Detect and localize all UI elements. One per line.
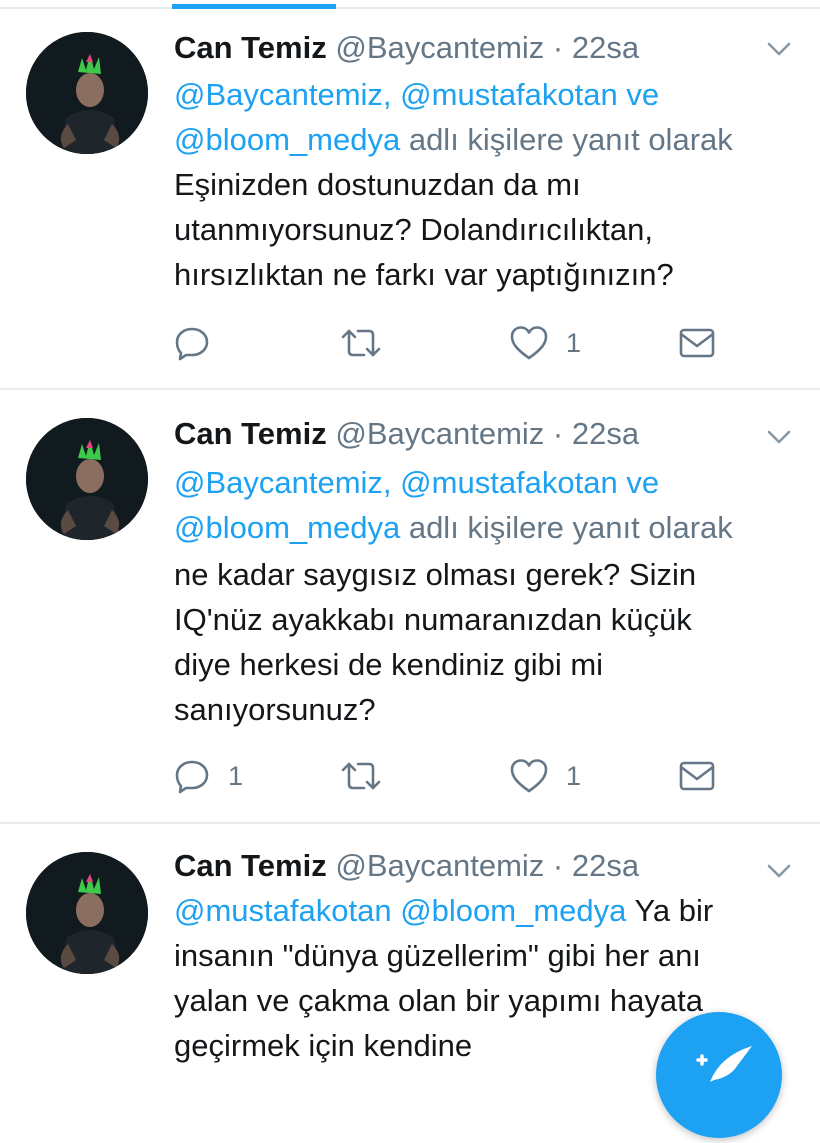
active-tab-indicator[interactable] xyxy=(172,4,336,9)
reply-icon xyxy=(175,760,209,794)
tweet-header: Can Temiz @Baycantemiz · 22sa xyxy=(174,26,639,70)
tweet-text-fragment: Ya bir xyxy=(634,893,714,928)
chevron-down-icon[interactable] xyxy=(766,424,792,450)
tweet-text: Eşinizden dostunuzdan da mı utanmıyorsun… xyxy=(174,162,799,297)
tweet[interactable]: Can Temiz @Baycantemiz · 22sa @Baycantem… xyxy=(0,10,820,390)
tweet-actions: 1 xyxy=(174,323,734,363)
tweet-text-line: Eşinizden dostunuzdan da mı xyxy=(174,167,581,202)
mention-connector: ve xyxy=(626,77,660,112)
reply-button[interactable]: 1 xyxy=(174,756,243,796)
user-handle[interactable]: @Baycantemiz xyxy=(335,416,544,451)
tweet-text-line: utanmıyorsunuz? Dolandırıcılıktan, xyxy=(174,212,654,247)
mention-link[interactable]: @mustafakotan xyxy=(174,893,392,928)
avatar[interactable] xyxy=(26,32,148,154)
dm-icon xyxy=(679,328,715,358)
tweet-text-line: ne kadar saygısız olması gerek? Sizin xyxy=(174,557,697,592)
dm-icon xyxy=(679,761,715,791)
separator-dot: · xyxy=(552,30,564,65)
dm-button[interactable] xyxy=(678,756,716,796)
tweet-text-line: diye herkesi de kendiniz gibi mi xyxy=(174,647,604,682)
mention-connector: ve xyxy=(626,465,660,500)
like-icon xyxy=(510,326,548,360)
tab-divider xyxy=(0,7,820,9)
display-name[interactable]: Can Temiz xyxy=(174,848,327,883)
dm-button[interactable] xyxy=(678,323,716,363)
mention-link[interactable]: @Baycantemiz, xyxy=(174,465,392,500)
like-count: 1 xyxy=(566,760,582,791)
tweet-text-line: insanın "dünya güzellerim" gibi her anı xyxy=(174,938,701,973)
tweet-time[interactable]: 22sa xyxy=(572,30,639,65)
retweet-icon xyxy=(341,329,381,357)
chevron-down-icon[interactable] xyxy=(766,36,792,62)
tweet-text-line: @mustafakotan @bloom_medya Ya bir xyxy=(174,888,799,933)
retweet-icon xyxy=(341,762,381,790)
chevron-down-icon[interactable] xyxy=(766,858,792,884)
reply-context: @Baycantemiz, @mustafakotan ve @bloom_me… xyxy=(174,72,799,162)
mention-link[interactable]: @mustafakotan xyxy=(400,465,618,500)
compose-tweet-button[interactable] xyxy=(656,1012,782,1138)
like-button[interactable]: 1 xyxy=(510,756,581,796)
user-handle[interactable]: @Baycantemiz xyxy=(335,30,544,65)
reply-icon xyxy=(175,327,209,361)
tweet-actions: 1 1 xyxy=(174,756,734,796)
tweet-text-line: sanıyorsunuz? xyxy=(174,692,376,727)
avatar[interactable] xyxy=(26,418,148,540)
mention-link[interactable]: @bloom_medya xyxy=(174,510,400,545)
separator-dot: · xyxy=(552,416,564,451)
tweet-text-line: hırsızlıktan ne farkı var yaptığınızın? xyxy=(174,257,674,292)
like-count: 1 xyxy=(566,327,582,358)
separator-dot: · xyxy=(552,848,564,883)
like-icon xyxy=(510,759,548,793)
user-handle[interactable]: @Baycantemiz xyxy=(335,848,544,883)
tweet[interactable]: Can Temiz @Baycantemiz · 22sa @Baycantem… xyxy=(0,390,820,824)
mention-link[interactable]: @mustafakotan xyxy=(400,77,618,112)
retweet-button[interactable] xyxy=(340,323,400,363)
tweet-time[interactable]: 22sa xyxy=(572,416,639,451)
compose-tweet-icon xyxy=(696,1046,752,1082)
reply-button[interactable] xyxy=(174,323,228,363)
display-name[interactable]: Can Temiz xyxy=(174,416,327,451)
mention-link[interactable]: @bloom_medya xyxy=(400,893,626,928)
tweet-header: Can Temiz @Baycantemiz · 22sa xyxy=(174,412,639,456)
reply-context: @Baycantemiz, @mustafakotan ve @bloom_me… xyxy=(174,460,799,550)
avatar[interactable] xyxy=(26,852,148,974)
display-name[interactable]: Can Temiz xyxy=(174,30,327,65)
like-button[interactable]: 1 xyxy=(510,323,581,363)
tweet-text-line: IQ'nüz ayakkabı numaranızdan küçük xyxy=(174,602,692,637)
tweet-time[interactable]: 22sa xyxy=(572,848,639,883)
mention-link[interactable]: @bloom_medya xyxy=(174,122,400,157)
tweet-text: ne kadar saygısız olması gerek? Sizin IQ… xyxy=(174,552,799,732)
tab-bar xyxy=(0,0,820,10)
reply-count: 1 xyxy=(228,760,244,791)
mention-link[interactable]: @Baycantemiz, xyxy=(174,77,392,112)
retweet-button[interactable] xyxy=(340,756,400,796)
reply-label: adlı kişilere yanıt olarak xyxy=(408,122,733,157)
tweet-header: Can Temiz @Baycantemiz · 22sa xyxy=(174,844,639,888)
reply-label: adlı kişilere yanıt olarak xyxy=(408,510,733,545)
